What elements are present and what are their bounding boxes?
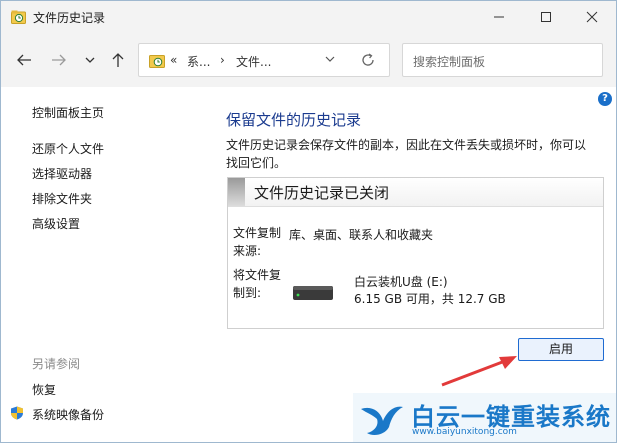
navigation-bar: « 系... › 文件... 搜索控制面板 [1, 33, 616, 87]
restore-files-link[interactable]: 还原个人文件 [32, 140, 104, 157]
minimize-icon [494, 16, 504, 18]
help-icon[interactable]: ? [598, 92, 612, 106]
file-history-icon [149, 55, 165, 68]
recovery-link[interactable]: 恢复 [32, 381, 56, 398]
search-placeholder: 搜索控制面板 [413, 55, 486, 69]
back-button[interactable] [14, 51, 34, 69]
shield-icon [11, 406, 23, 420]
control-panel-home-link[interactable]: 控制面板主页 [32, 104, 104, 121]
status-panel: 文件历史记录已关闭 文件复制来源: 库、桌面、联系人和收藏夹 将文件复制到: 白… [227, 177, 604, 329]
red-arrow-annotation [441, 356, 517, 387]
watermark-url: www.baiyunxitong.com [412, 427, 517, 437]
maximize-button[interactable] [523, 1, 569, 33]
source-value: 库、桌面、联系人和收藏夹 [289, 228, 434, 242]
window-title: 文件历史记录 [33, 11, 106, 25]
maximize-icon [541, 12, 551, 22]
file-history-window: 文件历史记录 « 系... › 文件... 搜索控制面板 控制面板主页 还原个人… [0, 0, 617, 443]
status-title: 文件历史记录已关闭 [254, 184, 390, 202]
title-bar: 文件历史记录 [1, 1, 616, 33]
breadcrumb-overflow[interactable]: « [170, 53, 177, 67]
up-button[interactable] [108, 51, 128, 69]
system-image-backup-link[interactable]: 系统映像备份 [32, 406, 104, 423]
arrow-right-icon [52, 54, 66, 66]
search-input[interactable]: 搜索控制面板 [402, 43, 603, 77]
advanced-settings-link[interactable]: 高级设置 [32, 215, 80, 232]
forward-button[interactable] [49, 51, 69, 69]
drive-icon [293, 286, 333, 300]
close-icon [586, 11, 598, 23]
status-panel-header: 文件历史记录已关闭 [228, 178, 603, 207]
chevron-down-icon [85, 57, 95, 63]
source-label: 文件复制来源: [233, 226, 282, 258]
file-history-icon [11, 10, 26, 24]
breadcrumb-file-history[interactable]: 文件... [236, 53, 271, 70]
recent-locations-button[interactable] [80, 51, 100, 69]
drive-space: 6.15 GB 可用，共 12.7 GB [354, 292, 506, 306]
enable-button[interactable]: 启用 [518, 338, 604, 361]
select-drive-link[interactable]: 选择驱动器 [32, 165, 92, 182]
drive-name: 白云装机U盘 (E:) [354, 275, 448, 289]
status-indicator [228, 178, 245, 206]
arrow-up-icon [112, 53, 124, 67]
arrow-left-icon [17, 54, 31, 66]
target-label: 将文件复制到: [233, 268, 282, 300]
refresh-icon[interactable] [361, 53, 375, 67]
address-bar[interactable]: « 系... › 文件... [138, 43, 390, 77]
bird-logo-icon [361, 406, 403, 435]
breadcrumb-separator: › [220, 53, 225, 67]
exclude-folders-link[interactable]: 排除文件夹 [32, 190, 92, 207]
minimize-button[interactable] [476, 1, 522, 33]
see-also-heading: 另请参阅 [32, 357, 81, 371]
page-heading: 保留文件的历史记录 [226, 111, 362, 129]
page-description: 文件历史记录会保存文件的副本，因此在文件丢失或损坏时，你可以找回它们。 [226, 138, 587, 170]
chevron-down-icon[interactable] [325, 56, 335, 64]
breadcrumb-system[interactable]: 系... [187, 53, 210, 70]
close-button[interactable] [569, 1, 615, 33]
